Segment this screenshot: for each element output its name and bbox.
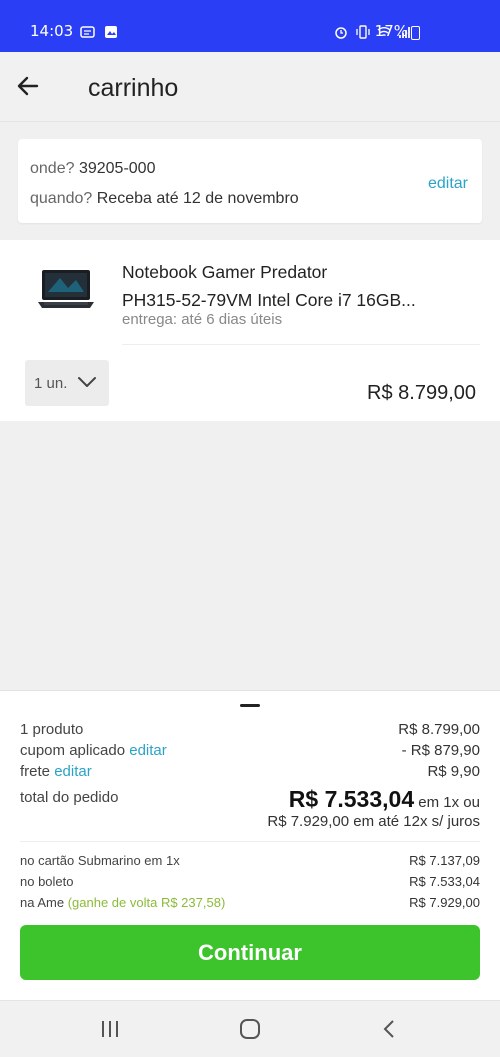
recent-apps-icon	[102, 1021, 118, 1037]
whatsapp-icon	[80, 25, 95, 38]
delivery-date: Receba até 12 de novembro	[96, 190, 299, 207]
payment-value: R$ 7.929,00	[409, 895, 480, 910]
shipping-label: frete	[20, 763, 51, 780]
quantity-selector[interactable]: 1 un.	[25, 360, 109, 406]
coupon-discount: - R$ 879,90	[401, 742, 480, 759]
payment-option-card: no cartão Submarino em 1x R$ 7.137,09	[20, 853, 480, 868]
shipping-row: frete editar R$ 9,90	[20, 763, 480, 780]
status-bar: 14:03 17%	[0, 0, 500, 52]
product-image[interactable]	[36, 262, 96, 316]
where-label: onde?	[30, 160, 75, 177]
payment-value: R$ 7.137,09	[409, 853, 480, 868]
divider	[20, 841, 480, 842]
cart-item: Notebook Gamer Predator PH315-52-79VM In…	[0, 240, 500, 421]
payment-option-boleto: no boleto R$ 7.533,04	[20, 874, 480, 889]
gallery-icon	[104, 25, 117, 38]
product-name-line2: PH315-52-79VM Intel Core i7 16GB...	[122, 290, 416, 310]
item-price: R$ 8.799,00	[367, 382, 476, 404]
battery-level: 17%	[374, 22, 408, 40]
battery-icon	[411, 26, 420, 40]
back-button[interactable]	[14, 72, 42, 100]
products-row: 1 produto R$ 8.799,00	[20, 721, 480, 738]
recent-apps-button[interactable]	[98, 1018, 122, 1040]
back-icon	[383, 1020, 394, 1038]
payment-label: no cartão Submarino em 1x	[20, 853, 180, 868]
products-value: R$ 8.799,00	[398, 721, 480, 738]
home-button[interactable]	[238, 1018, 262, 1040]
when-label: quando?	[30, 190, 93, 207]
sheet-handle[interactable]	[240, 704, 260, 707]
payment-value: R$ 7.533,04	[409, 874, 480, 889]
alarm-icon	[335, 26, 347, 39]
payment-option-ame: na Ame (ganhe de volta R$ 237,58) R$ 7.9…	[20, 895, 480, 910]
divider	[122, 344, 480, 345]
coupon-row: cupom aplicado editar - R$ 879,90	[20, 742, 480, 759]
total-label: total do pedido	[20, 789, 119, 806]
where-row: onde? 39205-000	[30, 160, 155, 178]
continue-button[interactable]: Continuar	[20, 925, 480, 980]
coupon-label: cupom aplicado	[20, 742, 126, 759]
products-label: 1 produto	[20, 721, 84, 738]
edit-coupon-link[interactable]: editar	[129, 742, 167, 759]
zip-code: 39205-000	[78, 160, 156, 177]
installments-text: R$ 7.929,00 em até 12x s/ juros	[267, 813, 480, 830]
home-icon	[240, 1019, 260, 1039]
system-nav-bar	[0, 1000, 500, 1057]
notification-icons	[80, 23, 118, 39]
arrow-left-icon	[17, 76, 39, 96]
nav-back-button[interactable]	[378, 1018, 402, 1040]
total-value: R$ 7.533,04	[288, 786, 415, 812]
cashback-note: (ganhe de volta R$ 237,58)	[67, 895, 226, 910]
status-time: 14:03	[30, 22, 74, 40]
edit-delivery-link[interactable]: editar	[428, 175, 468, 193]
total-suffix: em 1x ou	[418, 794, 480, 811]
payment-label: na Ame	[20, 895, 65, 910]
page-title: carrinho	[88, 74, 179, 102]
delivery-estimate: entrega: até 6 dias úteis	[122, 311, 283, 328]
when-row: quando? Receba até 12 de novembro	[30, 190, 299, 208]
product-name-line1: Notebook Gamer Predator	[122, 262, 328, 282]
order-summary-sheet: 1 produto R$ 8.799,00 cupom aplicado edi…	[0, 690, 500, 1000]
quantity-value: 1 un.	[34, 375, 68, 392]
edit-shipping-link[interactable]: editar	[54, 763, 92, 780]
payment-label: no boleto	[20, 874, 74, 889]
total-row: R$ 7.533,04 em 1x ou	[289, 786, 480, 813]
chevron-down-icon	[78, 377, 96, 387]
app-bar: carrinho	[0, 52, 500, 122]
delivery-info-card: onde? 39205-000 quando? Receba até 12 de…	[18, 139, 482, 223]
shipping-value: R$ 9,90	[427, 763, 480, 780]
vibrate-icon	[356, 24, 370, 39]
product-name[interactable]: Notebook Gamer Predator PH315-52-79VM In…	[122, 258, 462, 314]
